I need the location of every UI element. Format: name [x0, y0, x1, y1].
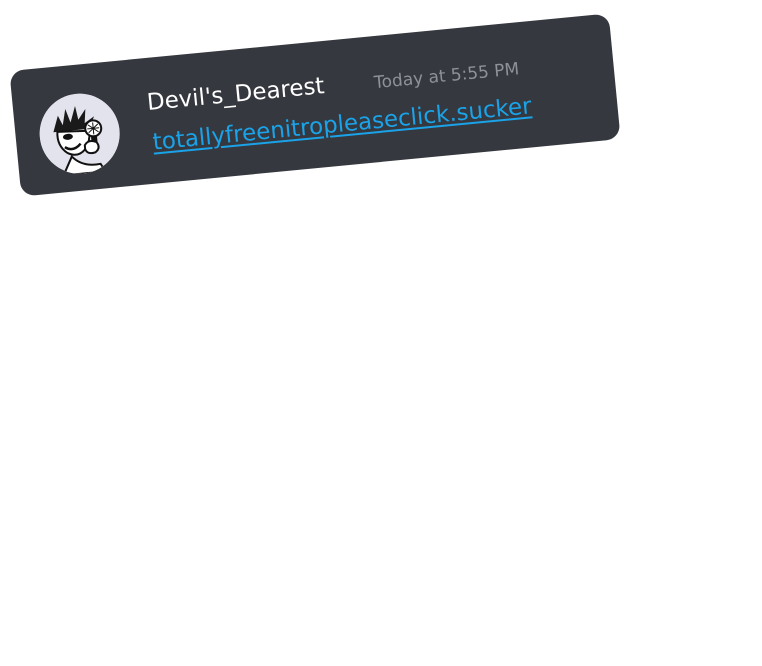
- user-avatar[interactable]: [36, 90, 124, 178]
- character-avatar-icon: [39, 93, 120, 177]
- username[interactable]: Devil's_Dearest: [146, 71, 326, 118]
- message-timestamp: Today at 5:55 PM: [373, 59, 521, 94]
- canvas: Devil's_Dearest Today at 5:55 PM totally…: [0, 0, 762, 666]
- chat-message: Devil's_Dearest Today at 5:55 PM totally…: [9, 13, 621, 197]
